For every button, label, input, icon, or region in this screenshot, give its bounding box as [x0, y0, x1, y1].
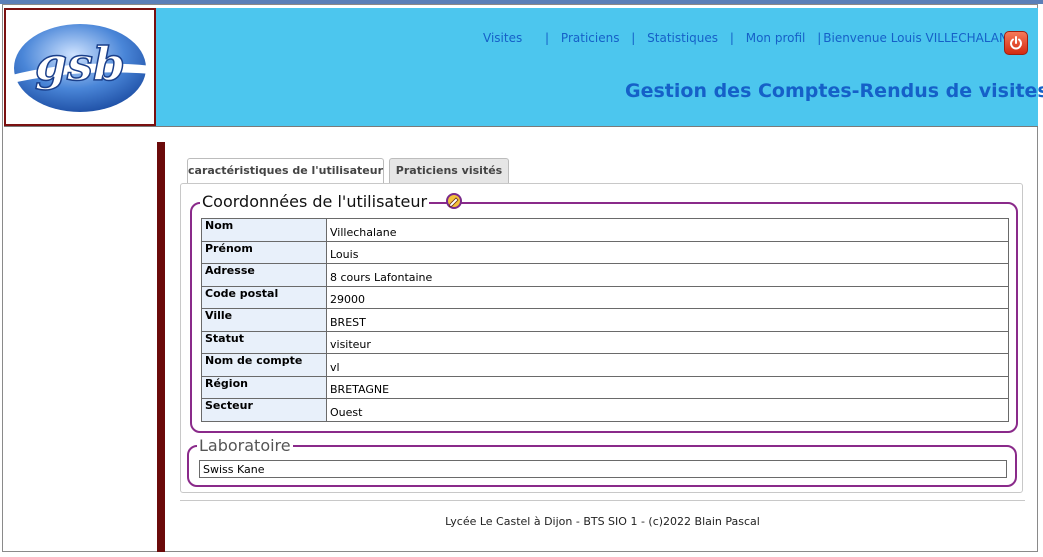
row-value: visiteur — [326, 330, 1009, 354]
logout-button[interactable] — [1004, 31, 1028, 55]
row-label: Prénom — [201, 240, 327, 264]
tab-praticiens-visites[interactable]: Praticiens visités — [389, 158, 509, 184]
nav-separator: | — [729, 31, 734, 45]
header-bar — [4, 8, 1038, 127]
main-nav: Visites | Praticiens | Statistiques | Mo… — [483, 31, 1016, 45]
logo-graphic: gsb — [8, 24, 152, 112]
table-row: Région BRETAGNE — [201, 375, 1009, 399]
sidebar-bar — [157, 142, 165, 552]
row-label: Nom — [201, 218, 327, 242]
row-label: Adresse — [201, 263, 327, 287]
table-row: Nom de compte vl — [201, 353, 1009, 377]
table-row: Secteur Ouest — [201, 398, 1009, 422]
row-value: 29000 — [326, 285, 1009, 309]
nav-visites[interactable]: Visites — [483, 31, 522, 45]
row-label: Statut — [201, 330, 327, 354]
table-row: Nom Villechalane — [201, 218, 1009, 242]
row-value: vl — [326, 353, 1009, 377]
power-icon — [1010, 36, 1022, 50]
table-row: Code postal 29000 — [201, 285, 1009, 309]
nav-separator: | — [545, 31, 550, 45]
nav-welcome[interactable]: Bienvenue Louis VILLECHALANE — [823, 31, 1015, 45]
edit-pencil-icon[interactable] — [445, 192, 463, 210]
table-row: Prénom Louis — [201, 240, 1009, 264]
row-label: Ville — [201, 308, 327, 332]
user-fieldset-legend: Coordonnées de l'utilisateur — [200, 192, 430, 211]
tab-caracteristiques[interactable]: caractéristiques de l'utilisateur — [187, 158, 384, 185]
nav-praticiens[interactable]: Praticiens — [561, 31, 620, 45]
nav-separator: | — [817, 31, 822, 45]
nav-mon-profil[interactable]: Mon profil — [746, 31, 806, 45]
row-value: BRETAGNE — [326, 375, 1009, 399]
row-label: Nom de compte — [201, 353, 327, 377]
table-row: Ville BREST — [201, 308, 1009, 332]
nav-statistiques[interactable]: Statistiques — [647, 31, 718, 45]
table-row: Adresse 8 cours Lafontaine — [201, 263, 1009, 287]
row-value: Louis — [326, 240, 1009, 264]
lab-value: Swiss Kane — [199, 460, 1007, 478]
row-value: Ouest — [326, 398, 1009, 422]
row-value: 8 cours Lafontaine — [326, 263, 1009, 287]
user-info-table: Nom Villechalane Prénom Louis Adresse 8 cours… — [201, 218, 1009, 422]
row-label: Région — [201, 375, 327, 399]
row-value: Villechalane — [326, 218, 1009, 242]
table-row: Statut visiteur — [201, 330, 1009, 354]
svg-text:gsb: gsb — [35, 37, 125, 91]
footer-divider — [180, 500, 1025, 501]
gsb-logo[interactable]: gsb — [4, 8, 156, 126]
lab-fieldset-legend: Laboratoire — [197, 436, 293, 455]
row-value: BREST — [326, 308, 1009, 332]
row-label: Code postal — [201, 285, 327, 309]
row-label: Secteur — [201, 398, 327, 422]
nav-separator: | — [631, 31, 636, 45]
app-title: Gestion des Comptes-Rendus de visites — [625, 80, 1043, 102]
footer-text: Lycée Le Castel à Dijon - BTS SIO 1 - (c… — [445, 515, 760, 528]
